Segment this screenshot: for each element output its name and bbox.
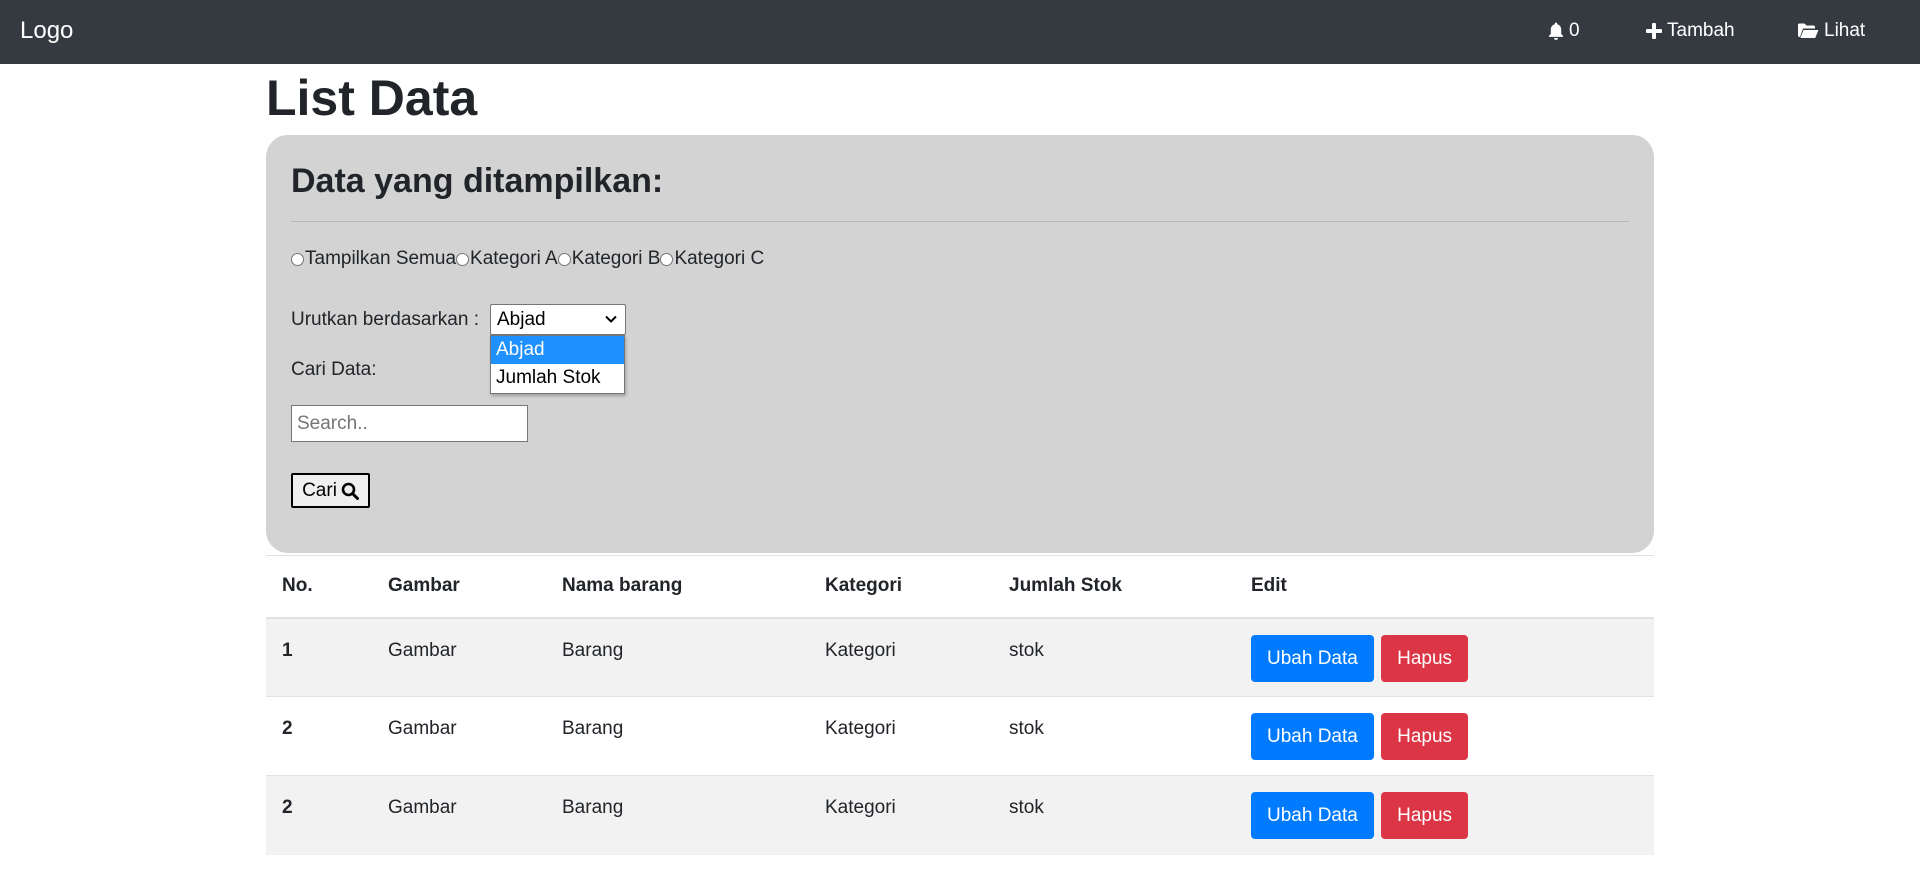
search-icon [341,482,359,500]
sort-option-abjad[interactable]: Abjad [491,336,624,364]
radio-label: Kategori A [470,248,558,269]
nav-tambah-label: Tambah [1667,20,1735,41]
cell-gambar: Gambar [372,617,546,697]
sort-select[interactable]: Abjad [490,304,626,335]
column-header-nama-barang: Nama barang [546,555,809,619]
cell-nama-barang: Barang [546,696,809,776]
sort-dropdown-list: Abjad Jumlah Stok [490,335,625,394]
cell-kategori: Kategori [809,696,993,776]
plus-icon [1646,23,1662,39]
ubah-data-button[interactable]: Ubah Data [1251,634,1374,682]
column-header-kategori: Kategori [809,555,993,619]
sort-label: Urutkan berdasarkan : [291,309,479,330]
cell-edit: Ubah Data Hapus [1235,696,1654,776]
radio-button[interactable] [660,252,674,266]
table-row: 2 Gambar Barang Kategori stok Ubah Data … [266,775,1654,855]
cell-kategori: Kategori [809,775,993,855]
brand-logo[interactable]: Logo [20,16,73,46]
category-radio-group: Tampilkan Semua Kategori A Kategori B Ka… [291,247,764,271]
cell-stok: stok [993,775,1235,855]
cell-edit: Ubah Data Hapus [1235,617,1654,697]
chevron-down-icon [605,315,617,323]
filter-panel-title: Data yang ditampilkan: [291,162,664,200]
ubah-data-button[interactable]: Ubah Data [1251,713,1374,760]
radio-button[interactable] [291,252,304,266]
navbar: Logo 0 Tambah Lihat [0,0,1920,64]
radio-label: Kategori B [571,248,661,269]
notification-count: 0 [1569,20,1580,41]
radio-button[interactable] [557,252,571,266]
cell-no: 2 [266,696,372,776]
cell-gambar: Gambar [372,775,546,855]
hapus-button[interactable]: Hapus [1381,792,1469,839]
bell-icon [1549,22,1563,40]
nav-lihat-link[interactable]: Lihat [1798,19,1865,43]
folder-open-icon [1798,23,1819,38]
cell-no: 2 [266,775,372,855]
table-row: 2 Gambar Barang Kategori stok Ubah Data … [266,696,1654,776]
radio-kategori-b[interactable]: Kategori B [557,247,661,271]
column-header-edit: Edit [1235,555,1654,619]
radio-label: Tampilkan Semua [305,248,457,269]
radio-label: Kategori C [674,248,765,269]
nav-lihat-label: Lihat [1824,20,1866,41]
column-header-gambar: Gambar [372,555,546,619]
cell-stok: stok [993,617,1235,697]
sort-selected-value: Abjad [497,309,546,330]
nav-tambah-link[interactable]: Tambah [1646,19,1735,43]
data-table: No. Gambar Nama barang Kategori Jumlah S… [266,555,1654,855]
filter-panel: Data yang ditampilkan: Tampilkan Semua K… [266,135,1654,553]
hapus-button[interactable]: Hapus [1381,634,1469,682]
cell-stok: stok [993,696,1235,776]
page-title: List Data [266,70,478,126]
table-header-row: No. Gambar Nama barang Kategori Jumlah S… [266,555,1654,619]
notification-link[interactable]: 0 [1548,19,1580,43]
table-row: 1 Gambar Barang Kategori stok Ubah Data … [266,617,1654,697]
search-input[interactable] [291,405,528,442]
hapus-button[interactable]: Hapus [1381,713,1469,760]
radio-kategori-c[interactable]: Kategori C [660,247,764,271]
radio-kategori-a[interactable]: Kategori A [456,247,558,271]
search-button[interactable]: Cari [291,473,370,508]
divider [291,221,1629,222]
radio-button[interactable] [456,252,470,266]
cell-gambar: Gambar [372,696,546,776]
sort-option-jumlah-stok[interactable]: Jumlah Stok [491,364,624,392]
column-header-no: No. [266,555,372,619]
cell-nama-barang: Barang [546,617,809,697]
cell-kategori: Kategori [809,617,993,697]
search-label: Cari Data: [291,359,377,380]
search-button-label: Cari [302,479,337,501]
ubah-data-button[interactable]: Ubah Data [1251,792,1374,839]
column-header-jumlah-stok: Jumlah Stok [993,555,1235,619]
cell-nama-barang: Barang [546,775,809,855]
cell-edit: Ubah Data Hapus [1235,775,1654,855]
radio-tampilkan-semua[interactable]: Tampilkan Semua [291,247,456,271]
cell-no: 1 [266,617,372,697]
